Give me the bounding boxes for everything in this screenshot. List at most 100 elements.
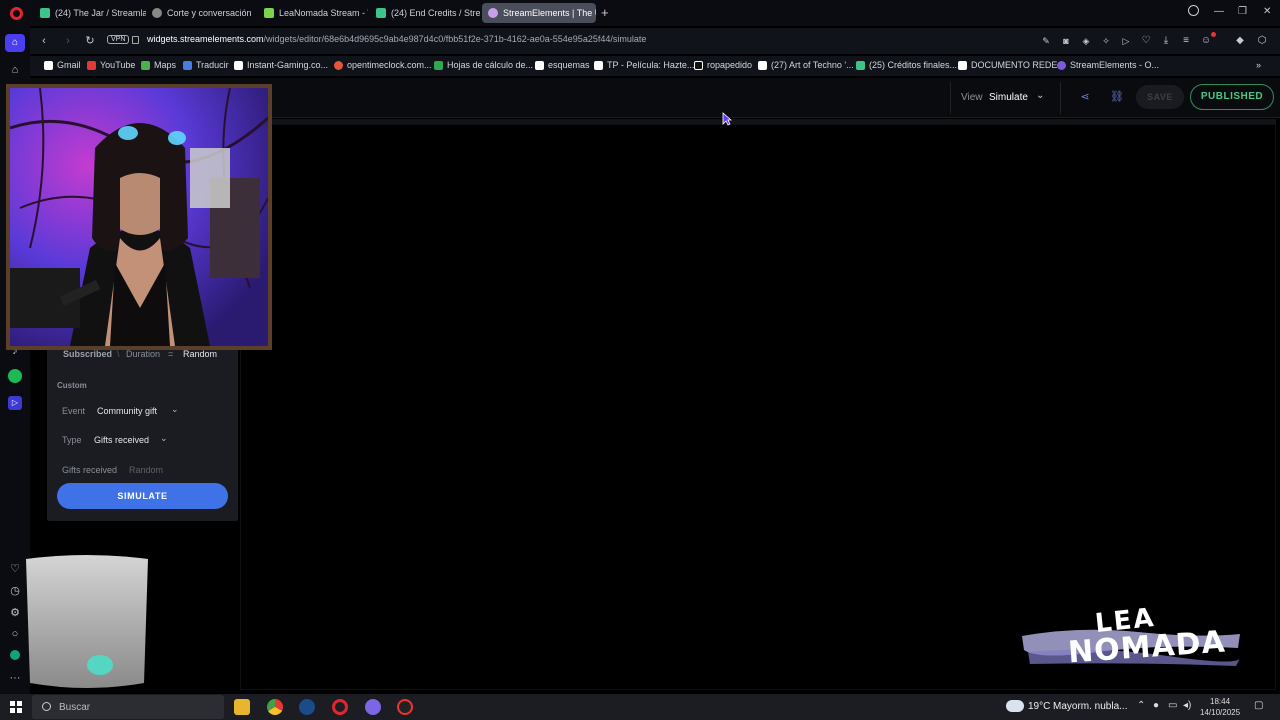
bookmark-art-of-techno[interactable]: (27) Art of Techno '... — [758, 60, 854, 70]
close-icon[interactable]: ✕ — [1263, 6, 1271, 17]
new-tab-button[interactable]: + — [601, 5, 609, 20]
tab-3[interactable]: (24) End Credits / Streaml — [370, 3, 480, 23]
search-placeholder: Buscar — [59, 702, 91, 713]
bookmark-gmail[interactable]: Gmail — [44, 60, 81, 70]
bookmark-ropapedido[interactable]: ropapedido — [694, 60, 752, 70]
edit-icon[interactable]: ✎ — [1038, 33, 1054, 49]
bookmark-documento[interactable]: DOCUMENTO REDE... — [958, 60, 1065, 70]
streamelements-icon — [488, 8, 498, 18]
page-icon — [758, 60, 767, 70]
bookmark-streamelements[interactable]: StreamElements - O... — [1057, 60, 1159, 70]
s-icon — [694, 60, 703, 70]
bookmark-label: opentimeclock.com... — [347, 60, 432, 70]
bookmark-youtube[interactable]: YouTube — [87, 60, 135, 70]
bookmark-sheets[interactable]: Hojas de cálculo de... — [434, 60, 533, 70]
bookmark-maps[interactable]: Maps — [141, 60, 176, 70]
volume-icon[interactable]: ◂) — [1183, 700, 1191, 711]
maximize-icon[interactable]: ❐ — [1238, 6, 1247, 17]
maps-icon — [141, 60, 150, 70]
player-icon[interactable]: ▷ — [8, 396, 22, 410]
weather-description[interactable]: Mayorm. nubla... — [1053, 701, 1127, 712]
forward-icon[interactable]: › — [60, 33, 76, 49]
extensions-icon[interactable]: ✧ — [1098, 33, 1114, 49]
bookmark-label: TP - Película: Hazte... — [607, 60, 695, 70]
more-icon[interactable]: ··· — [8, 671, 22, 685]
reload-icon[interactable]: ↻ — [82, 33, 98, 49]
bookmark-esquemas[interactable]: esquemas — [535, 60, 590, 70]
vpn-diamond-icon[interactable]: ◆ — [1232, 33, 1248, 49]
type-select[interactable]: Gifts received — [94, 435, 149, 445]
system-clock[interactable]: 18:44 14/10/2025 — [1200, 696, 1240, 718]
shield-icon[interactable]: ◈ — [1078, 33, 1094, 49]
bookmark-label: Gmail — [57, 60, 81, 70]
tab-label: (24) The Jar / Streamlabs — [55, 8, 146, 18]
bookmark-instant-gaming[interactable]: Instant-Gaming.co... — [234, 60, 328, 70]
tab-0[interactable]: (24) The Jar / Streamlabs — [34, 3, 146, 23]
tab-4-active[interactable]: StreamElements | The Ulti — [482, 3, 596, 23]
chevron-down-icon[interactable]: ⌄ — [160, 433, 168, 444]
tab-label: Corte y conversación — [167, 8, 252, 18]
menu-icon[interactable]: ≡ — [1178, 33, 1194, 49]
bookmark-label: StreamElements - O... — [1070, 60, 1160, 70]
chevron-down-icon[interactable]: ⌄ — [1036, 90, 1044, 101]
gifts-received-input[interactable]: Random — [129, 465, 163, 475]
bookmark-translate[interactable]: Traducir — [183, 60, 229, 70]
network-icon[interactable]: ▭ — [1168, 700, 1177, 711]
url-field[interactable]: widgets.streamelements.com/widgets/edito… — [147, 34, 646, 44]
glass-image — [26, 555, 148, 688]
minimize-icon[interactable]: — — [1214, 6, 1224, 17]
cube-icon[interactable]: ⬡ — [1254, 33, 1270, 49]
bookmarks-more-icon[interactable]: » — [1256, 60, 1261, 70]
search-tabs-icon[interactable] — [1188, 5, 1199, 16]
chrome-icon[interactable] — [267, 699, 283, 715]
favorite-heart-icon[interactable]: ♡ — [1138, 33, 1154, 49]
view-dropdown[interactable]: Simulate — [989, 92, 1028, 103]
discord-icon[interactable] — [365, 699, 381, 715]
opera-logo-icon[interactable] — [10, 7, 23, 20]
lightbulb-icon[interactable]: ○ — [8, 627, 22, 641]
heart-icon[interactable]: ♡ — [8, 562, 22, 576]
chevron-up-icon[interactable]: ⌃ — [1137, 700, 1145, 711]
back-icon[interactable]: ‹ — [36, 33, 52, 49]
notifications-icon[interactable]: ▢ — [1254, 700, 1263, 711]
vpn-badge[interactable]: VPN — [107, 35, 130, 44]
save-button[interactable]: SAVE — [1136, 85, 1184, 109]
tab-1[interactable]: Corte y conversación — [146, 3, 256, 23]
taskbar-search[interactable]: Buscar — [32, 695, 224, 719]
published-button[interactable]: PUBLISHED — [1190, 84, 1274, 110]
weather-temperature[interactable]: 19°C — [1028, 701, 1050, 712]
youtube-icon — [87, 60, 96, 70]
streamlabs-icon — [856, 60, 865, 70]
link-icon[interactable]: ⛓ — [1106, 86, 1128, 108]
steam-icon[interactable] — [299, 699, 315, 715]
subscribed-label: Subscribed — [63, 349, 113, 359]
download-icon[interactable]: ⤓ — [1158, 33, 1174, 49]
windows-start-icon[interactable] — [10, 701, 22, 713]
home-icon[interactable]: ⌂ — [5, 34, 25, 52]
tab-2[interactable]: LeaNomada Stream - Wa — [258, 3, 368, 23]
camera-icon[interactable]: ◙ — [1058, 33, 1074, 49]
event-select[interactable]: Community gift — [97, 406, 157, 416]
obs-icon[interactable] — [397, 699, 413, 715]
search-icon — [42, 702, 51, 711]
play-icon[interactable]: ▷ — [1118, 33, 1134, 49]
webcam-overlay — [6, 84, 272, 350]
bookmark-creditos-finales[interactable]: (25) Créditos finales... — [856, 60, 957, 70]
chevron-down-icon[interactable]: ⌄ — [171, 404, 179, 415]
share-icon[interactable]: ⋖ — [1074, 86, 1096, 108]
bookmark-label: Hojas de cálculo de... — [447, 60, 534, 70]
home-outline-icon[interactable]: ⌂ — [8, 63, 22, 77]
bookmark-label: (25) Créditos finales... — [869, 60, 958, 70]
aria-icon[interactable] — [10, 650, 20, 660]
microphone-icon[interactable]: ● — [1153, 700, 1159, 711]
duration-value[interactable]: Random — [183, 349, 217, 359]
bookmark-opentimeclock[interactable]: opentimeclock.com... — [334, 60, 432, 70]
history-icon[interactable]: ◷ — [8, 584, 22, 598]
bookmark-tp-pelicula[interactable]: TP - Película: Hazte... — [594, 60, 694, 70]
opera-icon[interactable] — [332, 699, 348, 715]
settings-gear-icon[interactable]: ⚙ — [8, 606, 22, 620]
file-explorer-icon[interactable] — [234, 699, 250, 715]
streamlabs-icon — [40, 8, 50, 18]
simulate-button[interactable]: SIMULATE — [57, 483, 228, 509]
spotify-icon[interactable] — [8, 369, 22, 383]
